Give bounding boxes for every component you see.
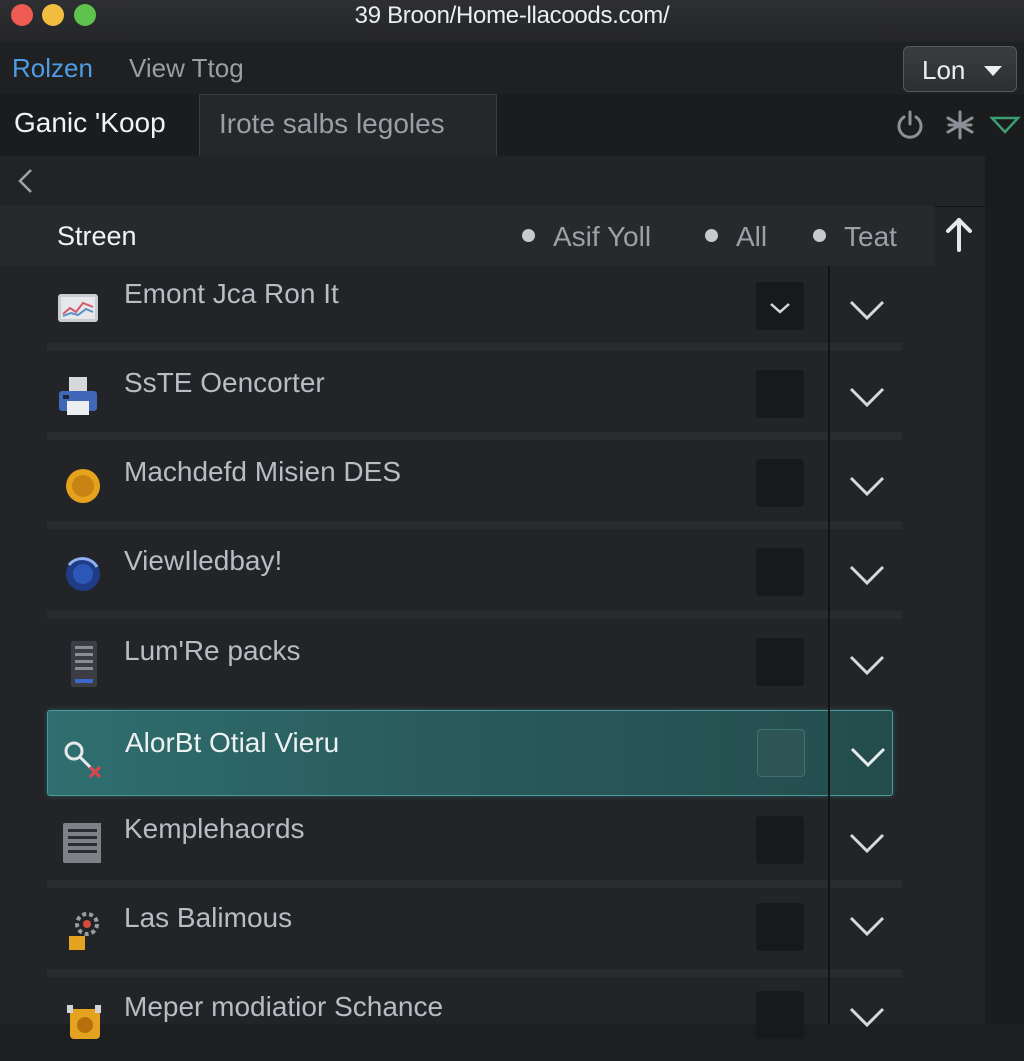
filter-radio-1[interactable]: Asif Yoll <box>522 221 651 253</box>
row-checkbox[interactable] <box>756 370 804 418</box>
radio-dot-icon <box>522 229 535 243</box>
chevron-down-icon[interactable] <box>847 829 887 859</box>
row-checkbox[interactable] <box>756 282 804 330</box>
row-checkbox[interactable] <box>756 548 804 596</box>
filter-radio-label: Teat <box>844 221 897 252</box>
chevron-down-icon <box>984 66 1002 76</box>
list-item-label: AlorBt Otial Vieru <box>125 727 340 758</box>
chevron-down-icon[interactable] <box>847 651 887 681</box>
server-icon <box>71 641 97 687</box>
power-icon[interactable] <box>893 108 927 142</box>
list-item[interactable]: SsTE Oencorter <box>47 351 902 437</box>
chevron-down-icon[interactable] <box>847 1003 887 1033</box>
column-divider <box>828 266 830 1024</box>
window-title: 39 Broon/Home-llacoods.com/ <box>354 2 670 29</box>
list-item[interactable]: ViewIledbay! <box>47 529 902 615</box>
list-item-selected[interactable]: AlorBt Otial Vieru <box>47 710 893 796</box>
chart-icon <box>58 294 98 322</box>
nav-link-inactive[interactable]: View Ttog <box>129 53 244 84</box>
globe-icon <box>66 557 100 591</box>
account-dropdown-label: Lon <box>922 55 966 85</box>
triangle-down-icon[interactable] <box>988 108 1022 142</box>
checkmark-icon <box>770 303 790 314</box>
row-checkbox[interactable] <box>756 991 804 1039</box>
row-checkbox[interactable] <box>756 459 804 507</box>
list-header <box>0 206 935 266</box>
list-item[interactable]: Meper modiatior Schance <box>47 975 902 1061</box>
list-item[interactable]: Las Balimous <box>47 886 902 972</box>
chevron-down-icon[interactable] <box>847 296 887 326</box>
chevron-down-icon[interactable] <box>847 561 887 591</box>
list-item-label: Emont Jca Ron It <box>124 278 339 309</box>
tab-secondary[interactable]: Irote salbs legoles <box>199 94 497 156</box>
key-icon <box>64 741 102 779</box>
document-icon <box>63 823 101 863</box>
list-item-label: Lum'Re packs <box>124 635 301 666</box>
list-item-label: Machdefd Misien DES <box>124 456 402 487</box>
list-item-label: Kemplehaords <box>124 813 305 844</box>
asterisk-icon[interactable] <box>943 108 977 142</box>
chevron-down-icon[interactable] <box>847 912 887 942</box>
arrow-up-icon[interactable] <box>941 214 977 254</box>
list-header-title: Streen <box>57 221 137 251</box>
list-item-label: SsTE Oencorter <box>124 367 325 398</box>
row-checkbox[interactable] <box>757 729 805 777</box>
list-item[interactable]: Kemplehaords <box>47 797 902 883</box>
row-checkbox[interactable] <box>756 816 804 864</box>
row-checkbox[interactable] <box>756 903 804 951</box>
package-icon <box>67 1005 101 1039</box>
chevron-down-icon[interactable] <box>848 743 888 773</box>
account-dropdown[interactable]: Lon <box>903 46 1017 92</box>
chevron-left-icon[interactable] <box>14 166 36 196</box>
row-checkbox[interactable] <box>756 638 804 686</box>
radio-dot-icon <box>705 229 718 243</box>
list-item[interactable]: Lum'Re packs <box>47 619 902 705</box>
coin-icon <box>66 469 100 503</box>
filter-radio-3[interactable]: Teat <box>813 221 897 253</box>
list-item[interactable]: Emont Jca Ron It <box>47 262 902 348</box>
filter-radio-2[interactable]: All <box>705 221 767 253</box>
chevron-down-icon[interactable] <box>847 472 887 502</box>
gear-lock-icon <box>69 912 99 950</box>
filter-radio-label: Asif Yoll <box>553 221 652 252</box>
tab-primary[interactable]: Ganic 'Koop <box>0 94 196 156</box>
chevron-down-icon[interactable] <box>847 383 887 413</box>
list-item-label: ViewIledbay! <box>124 545 283 576</box>
back-bar <box>0 156 985 207</box>
filter-radio-label: All <box>736 221 768 252</box>
scrollbar-track[interactable] <box>985 156 1024 1024</box>
radio-dot-icon <box>813 229 826 243</box>
list-item[interactable]: Machdefd Misien DES <box>47 440 902 526</box>
list-item-label: Meper modiatior Schance <box>124 991 444 1022</box>
printer-icon <box>59 377 97 415</box>
list-item-label: Las Balimous <box>124 902 293 933</box>
nav-link-active[interactable]: Rolzen <box>12 53 93 84</box>
